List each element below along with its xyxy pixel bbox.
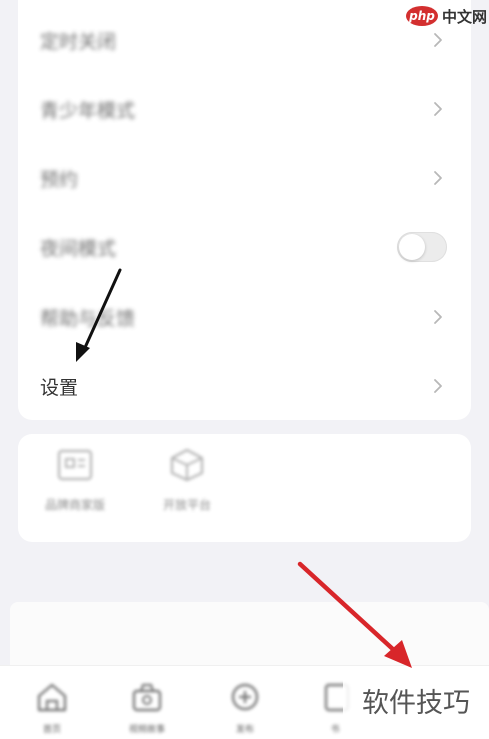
tool-label: 开放平台: [162, 498, 211, 512]
chevron-right-icon: [429, 377, 447, 395]
site-watermark: 软件技巧: [343, 676, 489, 724]
menu-item-label: 青少年模式: [40, 99, 136, 122]
menu-card: 定时关闭 青少年模式 预约 夜间模式 帮助与反馈 设置: [18, 0, 471, 420]
menu-item-timer-close[interactable]: 定时关闭: [18, 11, 471, 69]
tab-home[interactable]: 首页: [22, 682, 82, 735]
tab-label: 书: [330, 725, 340, 735]
chevron-right-icon: [429, 31, 447, 49]
php-logo: php: [406, 6, 438, 26]
store-icon: [56, 448, 94, 486]
tab-label: 首页: [42, 725, 61, 735]
tab-video-story[interactable]: 视频故事: [117, 682, 177, 735]
home-icon: [35, 682, 69, 716]
menu-item-help-feedback[interactable]: 帮助与反馈: [18, 288, 471, 346]
bottom-card: [10, 602, 489, 672]
tab-label: 发布: [235, 725, 254, 735]
toggle-knob: [399, 234, 425, 260]
tool-brand-merchant[interactable]: 品牌商家版: [20, 448, 130, 528]
chevron-right-icon: [429, 100, 447, 118]
plus-circle-icon: [228, 682, 262, 716]
menu-item-reservation[interactable]: 预约: [18, 149, 471, 207]
tab-publish[interactable]: 发布: [215, 682, 275, 735]
chevron-right-icon: [429, 308, 447, 326]
tab-label: 视频故事: [128, 725, 165, 735]
chevron-right-icon: [429, 169, 447, 187]
php-watermark-text: 中文网: [442, 7, 488, 26]
menu-item-settings[interactable]: 设置: [18, 357, 471, 415]
tool-open-platform[interactable]: 开放平台: [132, 448, 242, 528]
php-watermark: php 中文网: [406, 1, 489, 31]
tool-label: 品牌商家版: [44, 498, 105, 512]
menu-item-label: 帮助与反馈: [40, 307, 136, 330]
menu-item-night-mode: 夜间模式: [18, 218, 471, 276]
bag-icon: [130, 682, 164, 716]
cube-icon: [168, 448, 206, 486]
menu-item-label: 夜间模式: [40, 237, 117, 260]
menu-item-label: 定时关闭: [40, 30, 117, 53]
menu-item-youth-mode[interactable]: 青少年模式: [18, 80, 471, 138]
menu-item-label: 设置: [40, 376, 79, 399]
night-mode-toggle[interactable]: [397, 232, 447, 262]
menu-item-label: 预约: [40, 168, 79, 191]
tools-card: 品牌商家版 开放平台: [18, 434, 471, 542]
